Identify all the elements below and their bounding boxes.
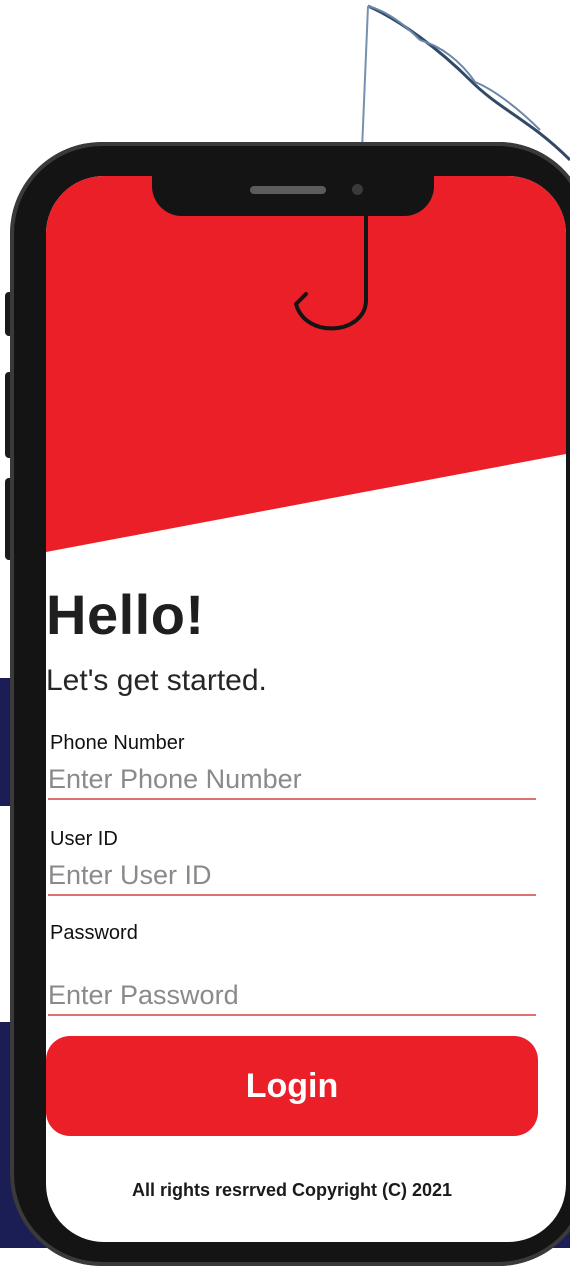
- phone-number-label: Phone Number: [50, 732, 185, 754]
- phone-notch: [152, 168, 434, 216]
- speaker-grille: [250, 186, 326, 194]
- greeting-subtitle: Let's get started.: [46, 664, 267, 697]
- user-id-label: User ID: [50, 828, 118, 850]
- front-camera-icon: [352, 184, 363, 195]
- phone-number-input[interactable]: [48, 760, 536, 800]
- greeting-title: Hello!: [46, 583, 205, 646]
- password-label: Password: [50, 922, 138, 944]
- password-input[interactable]: [48, 976, 536, 1016]
- fishing-hook-icon: [294, 212, 368, 331]
- login-button[interactable]: Login: [46, 1036, 538, 1136]
- user-id-input[interactable]: [48, 856, 536, 896]
- copyright-footer: All rights resrrved Copyright (C) 2021: [131, 1180, 453, 1200]
